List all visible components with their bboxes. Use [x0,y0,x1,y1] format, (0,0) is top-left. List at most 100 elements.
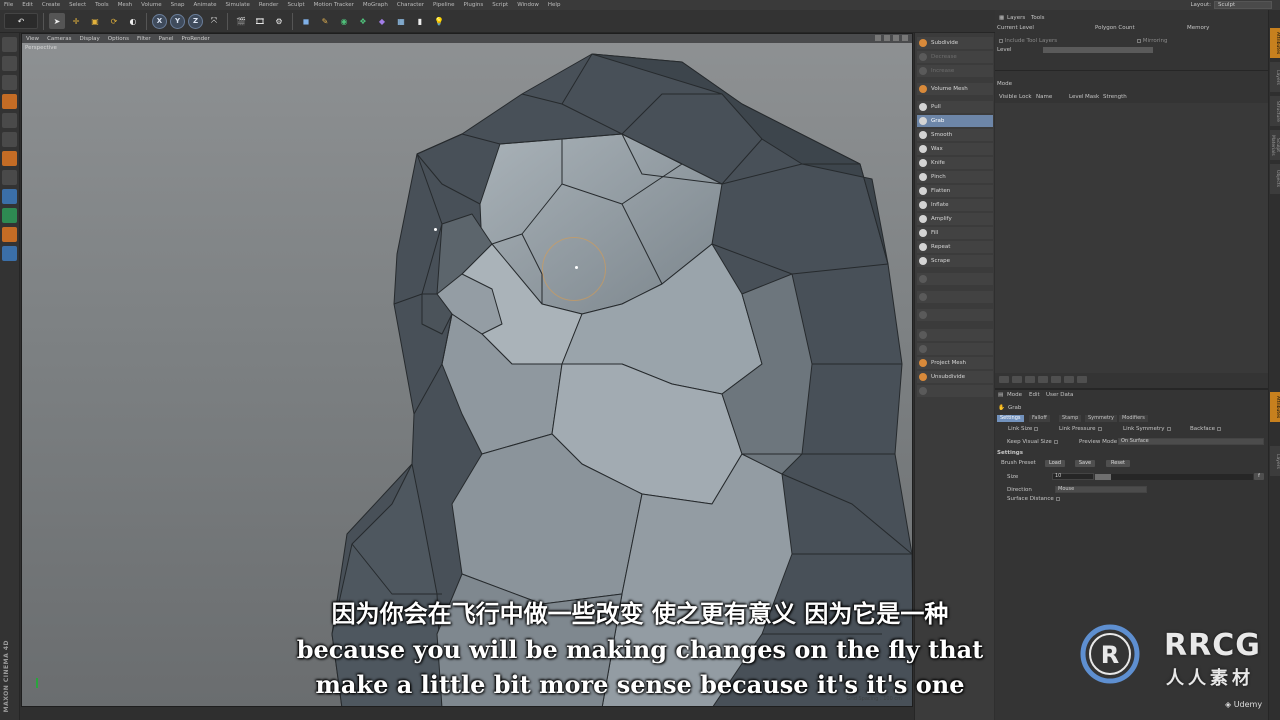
menu-plugins[interactable]: Plugins [464,2,484,8]
axis-mode-icon[interactable] [2,189,17,204]
menu-character[interactable]: Character [397,2,424,8]
tab-symmetry[interactable]: Symmetry [1085,415,1117,422]
tab-falloff[interactable]: Falloff [1029,415,1050,422]
viewport-menu-display[interactable]: Display [80,36,100,42]
mirror-button[interactable] [917,343,993,355]
recent-tools-icon[interactable]: ◐ [125,13,141,29]
brush-inflate-button[interactable]: Inflate [917,199,993,211]
merge-layer-icon[interactable] [1038,376,1048,383]
side-tab-sculpt-materials[interactable]: Sculpt Materials [1270,130,1280,160]
flatten-layer-icon[interactable] [1051,376,1061,383]
x-axis-lock-button[interactable]: X [152,13,167,29]
cube-primitive-icon[interactable]: ◼ [298,13,314,29]
menu-script[interactable]: Script [492,2,508,8]
link-pressure-option[interactable]: Link Pressure [1059,426,1102,432]
project-mesh-button[interactable]: Project Mesh [917,357,993,369]
include-tool-layers-checkbox[interactable] [999,38,1003,43]
layer-options-icon[interactable] [1077,376,1087,383]
new-folder-icon[interactable] [1012,376,1022,383]
menu-render[interactable]: Render [259,2,279,8]
undo-button[interactable]: ↶ [4,13,38,29]
mirroring-option[interactable]: Mirroring [1135,38,1167,44]
brush-flatten-button[interactable]: Flatten [917,185,993,197]
z-axis-lock-button[interactable]: Z [188,13,203,29]
brush-amplify-button[interactable]: Amplify [917,213,993,225]
delete-layer-icon[interactable] [1064,376,1074,383]
brush-smooth-button[interactable]: Smooth [917,129,993,141]
attr-menu-edit[interactable]: Edit [1029,392,1040,398]
viewport-menu-prorender[interactable]: ProRender [182,36,210,42]
viewport-menu-view[interactable]: View [26,36,39,42]
side-tab-objects[interactable]: Objects [1270,164,1280,194]
layout-dropdown[interactable]: Sculpt [1214,1,1272,9]
side-tab-structure[interactable]: Structure [1270,96,1280,126]
points-mode-icon[interactable] [2,113,17,128]
model-mode-icon[interactable] [2,56,17,71]
menu-file[interactable]: File [4,2,13,8]
subdivision-generator-icon[interactable]: ◉ [336,13,352,29]
menu-tools[interactable]: Tools [95,2,109,8]
subdivide-button[interactable]: Subdivide [917,37,993,49]
tab-stamp[interactable]: Stamp [1059,415,1082,422]
workplane-grid-icon[interactable] [2,246,17,261]
preview-mode-dropdown[interactable]: On Surface [1118,438,1264,445]
brush-repeat-button[interactable]: Repeat [917,241,993,253]
viewport-menu-panel[interactable]: Panel [159,36,174,42]
menu-volume[interactable]: Volume [141,2,161,8]
side-tab-attributes-lower[interactable]: Attributes [1270,392,1280,422]
decrease-button[interactable]: Decrease [917,51,993,63]
menu-help[interactable]: Help [548,2,561,8]
coordinate-system-icon[interactable]: ⤧ [206,13,222,29]
backface-checkbox[interactable] [1217,426,1222,431]
unsubdivide-options-button[interactable] [917,385,993,397]
attr-menu-user-data[interactable]: User Data [1046,392,1073,398]
brush-pinch-button[interactable]: Pinch [917,171,993,183]
brush-grab-button[interactable]: Grab [917,115,993,127]
link-symmetry-checkbox[interactable] [1166,426,1171,431]
viewport-menu-options[interactable]: Options [108,36,129,42]
y-axis-lock-button[interactable]: Y [170,13,185,29]
mirroring-checkbox[interactable] [1137,38,1141,43]
tab-settings[interactable]: Settings [997,415,1024,422]
link-symmetry-option[interactable]: Link Symmetry [1123,426,1171,432]
increase-button[interactable]: Increase [917,65,993,77]
level-slider[interactable] [1043,47,1153,53]
polygons-mode-icon[interactable] [2,151,17,166]
viewport-menu-cameras[interactable]: Cameras [47,36,71,42]
include-tool-layers-option[interactable]: Include Tool Layers [997,38,1057,44]
menu-window[interactable]: Window [517,2,539,8]
brush-wax-button[interactable]: Wax [917,143,993,155]
new-layer-icon[interactable] [999,376,1009,383]
texture-mode-icon[interactable] [2,75,17,90]
camera-icon[interactable]: ▮ [412,13,428,29]
mask-brush-button[interactable] [917,273,993,285]
workplane-icon[interactable] [2,94,17,109]
tab-modifiers[interactable]: Modifiers [1119,415,1148,422]
surface-distance-checkbox[interactable] [1055,496,1060,501]
brush-fill-button[interactable]: Fill [917,227,993,239]
render-picture-viewer-icon[interactable]: 🎞 [252,13,268,29]
preset-save-button[interactable]: Save [1075,460,1095,467]
size-fx-button[interactable]: f [1254,473,1264,480]
array-generator-icon[interactable]: ❖ [355,13,371,29]
erase-brush-button[interactable] [917,291,993,303]
side-tab-layers-lower[interactable]: Layers [1270,446,1280,476]
scale-tool-icon[interactable]: ▣ [87,13,103,29]
viewport-menu-filter[interactable]: Filter [137,36,151,42]
menu-mograph[interactable]: MoGraph [363,2,388,8]
surface-distance-option[interactable]: Surface Distance [1007,496,1060,502]
layers-list[interactable] [995,103,1268,373]
size-field[interactable]: 10 [1052,473,1094,480]
light-icon[interactable]: 💡 [431,13,447,29]
side-tab-attributes[interactable]: Attributes [1270,28,1280,58]
menu-create[interactable]: Create [42,2,60,8]
render-settings-icon[interactable]: ⚙ [271,13,287,29]
render-view-icon[interactable]: 🎬 [233,13,249,29]
copy-layer-icon[interactable] [1025,376,1035,383]
snapping-icon[interactable] [2,208,17,223]
size-slider-fill[interactable] [1095,474,1111,480]
rotate-tool-icon[interactable]: ⟳ [106,13,122,29]
menu-simulate[interactable]: Simulate [226,2,250,8]
size-slider-track[interactable] [1095,474,1253,480]
side-tab-layers[interactable]: Layers [1270,62,1280,92]
